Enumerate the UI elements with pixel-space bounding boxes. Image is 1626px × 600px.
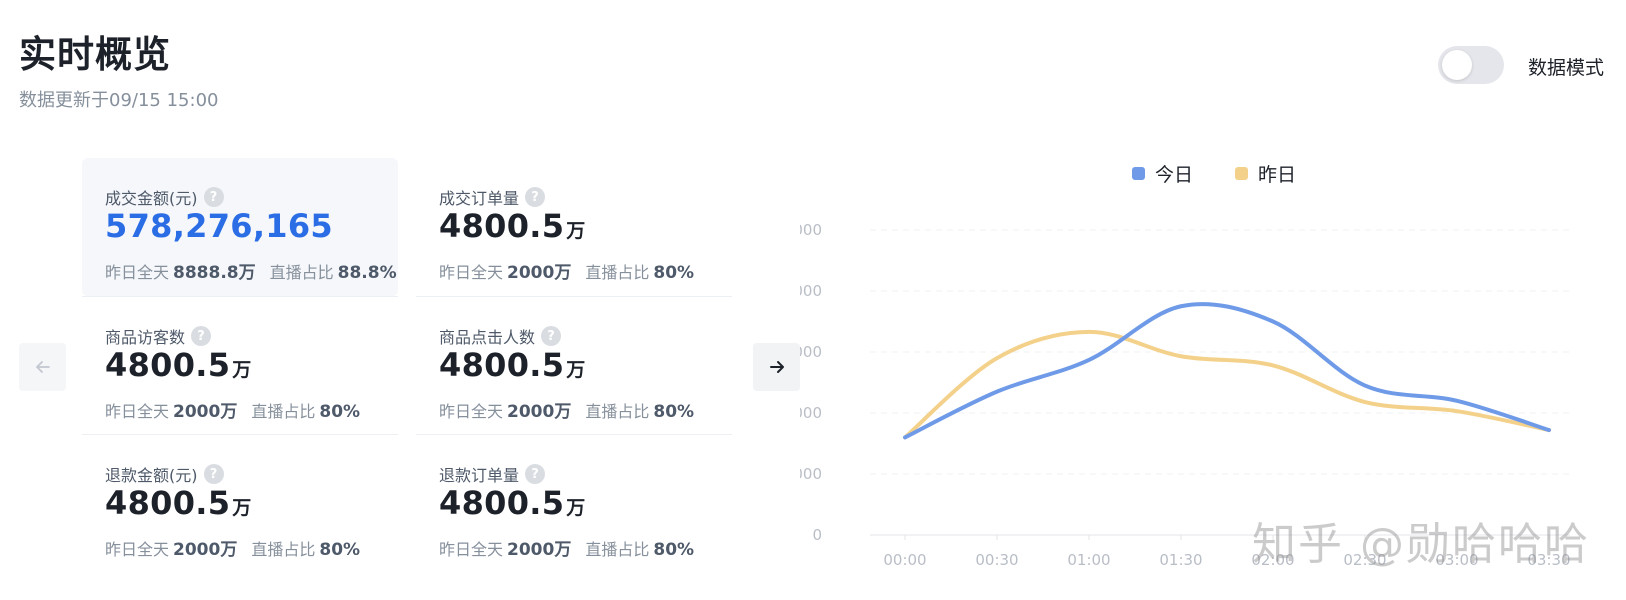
y-tick-label: 8000 (800, 282, 822, 300)
metric-card-gmv[interactable]: 成交金额(元)? 578,276,165 昨日全天 8888.8万 直播占比 88.8… (82, 158, 398, 296)
series-line-today (903, 302, 1551, 440)
help-icon[interactable]: ? (525, 187, 546, 207)
metric-value: 578,276,165 (105, 207, 334, 245)
x-tick-label: 00:00 (883, 551, 926, 569)
metric-value: 4800.5 万 (105, 346, 252, 384)
series-line-yesterday (903, 329, 1551, 440)
legend-swatch (1235, 167, 1249, 180)
metric-compare: 昨日全天 2000万 直播占比 80% (439, 402, 695, 422)
legend-swatch (1132, 167, 1145, 180)
help-icon[interactable]: ? (203, 187, 224, 207)
data-mode-toggle[interactable] (1438, 46, 1504, 84)
metric-compare: 昨日全天 2000万 直播占比 80% (439, 540, 695, 560)
metric-title: 成交金额(元) (105, 189, 198, 208)
metric-title: 商品点击人数 (439, 328, 536, 347)
y-tick-label: 9000 (800, 221, 822, 239)
metric-title: 退款订单量 (439, 466, 520, 485)
legend-item-yesterday[interactable]: 昨日 (1235, 160, 1296, 187)
watermark: 知乎 @勋哈哈哈 (1252, 519, 1590, 570)
help-icon[interactable]: ? (525, 464, 546, 484)
metric-card-clicks[interactable]: 商品点击人数? 4800.5 万 昨日全天 2000万 直播占比 80% (416, 296, 732, 434)
help-icon[interactable]: ? (203, 464, 224, 484)
data-mode-label: 数据模式 (1528, 57, 1605, 79)
metric-card-orders[interactable]: 成交订单量? 4800.5 万 昨日全天 2000万 直播占比 80% (416, 158, 732, 296)
metric-value: 4800.5 万 (105, 484, 252, 522)
x-tick-label: 01:30 (1159, 551, 1202, 569)
page-title: 实时概览 (19, 33, 171, 76)
metric-card-visitors[interactable]: 商品访客数? 4800.5 万 昨日全天 2000万 直播占比 80% (82, 296, 398, 434)
metric-compare: 昨日全天 2000万 直播占比 80% (105, 402, 361, 422)
metric-value: 4800.5 万 (439, 207, 586, 245)
y-tick-label: 6000 (800, 404, 822, 422)
legend-label: 今日 (1155, 164, 1194, 186)
next-button[interactable] (753, 343, 800, 391)
metric-title: 退款金额(元) (105, 466, 198, 485)
metric-card-refund-orders[interactable]: 退款订单量? 4800.5 万 昨日全天 2000万 直播占比 80% (416, 434, 732, 572)
update-time: 数据更新于09/15 15:00 (19, 90, 219, 111)
metric-compare: 昨日全天 8888.8万 直播占比 88.8% (105, 263, 397, 283)
metric-title: 成交订单量 (439, 189, 520, 208)
toggle-knob (1442, 50, 1472, 80)
metric-value: 4800.5 万 (439, 346, 586, 384)
x-tick-label: 00:30 (975, 551, 1018, 569)
prev-button[interactable] (19, 343, 66, 391)
x-tick-label: 01:00 (1067, 551, 1110, 569)
legend-item-today[interactable]: 今日 (1132, 160, 1193, 187)
metric-card-refund-amount[interactable]: 退款金额(元)? 4800.5 万 昨日全天 2000万 直播占比 80% (82, 434, 398, 572)
y-tick-label: 7000 (800, 343, 822, 361)
help-icon[interactable]: ? (541, 326, 562, 346)
arrow-right-icon (769, 361, 784, 373)
chart-legend: 今日 昨日 (1132, 160, 1296, 187)
arrow-left-icon (35, 361, 50, 373)
help-icon[interactable]: ? (191, 326, 212, 346)
metric-title: 商品访客数 (105, 328, 186, 347)
metric-compare: 昨日全天 2000万 直播占比 80% (439, 263, 695, 283)
y-tick-label: 0 (812, 526, 822, 544)
metric-compare: 昨日全天 2000万 直播占比 80% (105, 540, 361, 560)
y-tick-label: 5000 (800, 465, 822, 483)
metric-value: 4800.5 万 (439, 484, 586, 522)
legend-label: 昨日 (1258, 164, 1297, 186)
